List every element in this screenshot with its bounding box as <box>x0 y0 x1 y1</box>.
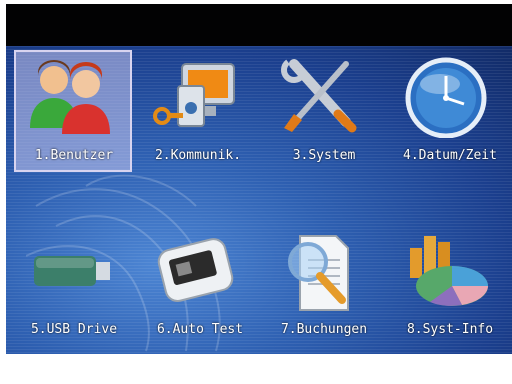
menu-item-usb-drive[interactable]: 5.USB Drive <box>10 222 130 337</box>
top-bar <box>6 4 512 46</box>
menu-item-auto-test[interactable]: 6.Auto Test <box>136 222 256 337</box>
usb-drive-icon <box>34 256 110 286</box>
menu-item-syst-info[interactable]: 8.Syst-Info <box>386 222 506 337</box>
menu-label: 3.System <box>292 148 356 163</box>
menu-item-datum-zeit[interactable]: 4.Datum/Zeit <box>386 48 506 163</box>
tools-icon <box>281 59 357 133</box>
device-test-icon <box>157 238 234 302</box>
users-icon <box>30 60 110 134</box>
pie-chart-icon <box>410 236 488 306</box>
menu-label: 2.Kommunik. <box>154 148 242 163</box>
menu-item-buchungen[interactable]: 7.Buchungen <box>260 222 380 337</box>
clock-icon <box>405 57 487 138</box>
menu-label: 6.Auto Test <box>156 322 244 337</box>
lcd-screen: 1.Benutzer 2.Kommunik. 3.System 4.Datum/… <box>6 4 512 358</box>
device-frame: 1.Benutzer 2.Kommunik. 3.System 4.Datum/… <box>0 0 512 384</box>
bottom-border <box>0 354 512 384</box>
menu-label: 1.Benutzer <box>34 148 114 163</box>
menu-label: 5.USB Drive <box>30 322 118 337</box>
main-menu: 1.Benutzer 2.Kommunik. 3.System 4.Datum/… <box>6 46 512 358</box>
menu-label: 7.Buchungen <box>280 322 368 337</box>
document-search-icon <box>288 235 349 311</box>
menu-item-kommunik[interactable]: 2.Kommunik. <box>134 48 254 163</box>
computer-key-icon <box>153 63 235 127</box>
menu-label: 4.Datum/Zeit <box>403 148 497 163</box>
menu-label: 8.Syst-Info <box>406 322 494 337</box>
menu-item-system[interactable]: 3.System <box>260 48 380 163</box>
menu-item-benutzer[interactable]: 1.Benutzer <box>10 48 132 172</box>
